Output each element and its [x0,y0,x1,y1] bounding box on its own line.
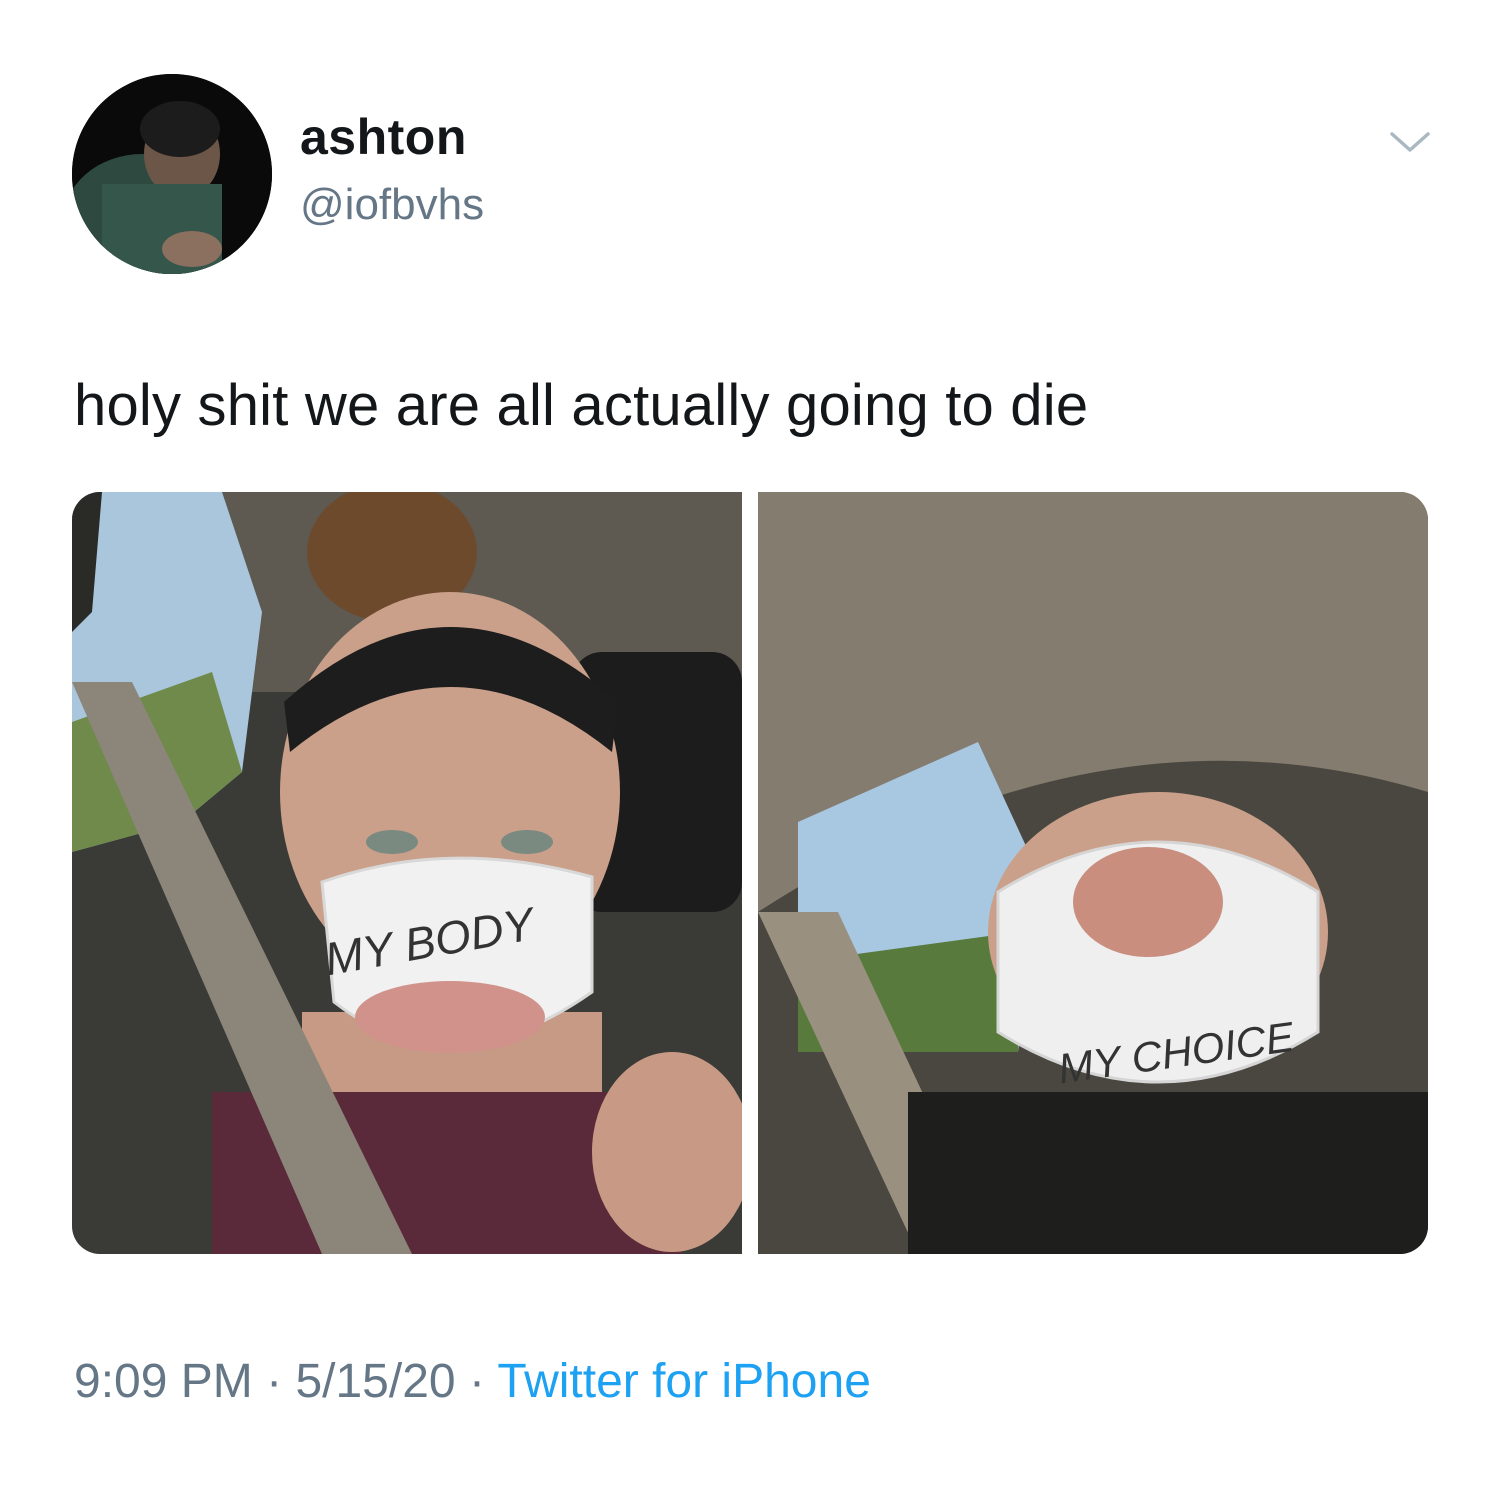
avatar-photo [72,74,272,274]
tweet-media[interactable]: MY BODY MY CHOICE [72,492,1428,1254]
avatar[interactable] [72,74,272,274]
tweet-source-link[interactable]: Twitter for iPhone [497,1355,871,1408]
tweet-text: holy shit we are all actually going to d… [74,373,1089,438]
meta-separator: · [266,1355,283,1408]
tweet-date[interactable]: 5/15/20 [295,1355,455,1408]
tweet-meta: 9:09 PM · 5/15/20 · Twitter for iPhone [74,1354,871,1409]
user-handle[interactable]: @iofbvhs [300,180,484,230]
meta-separator: · [468,1355,485,1408]
media-photo-2[interactable]: MY CHOICE [758,492,1428,1254]
media-photo-1[interactable]: MY BODY [72,492,742,1254]
chevron-down-icon[interactable] [1380,122,1440,162]
display-name[interactable]: ashton [300,108,467,166]
tweet-time[interactable]: 9:09 PM [74,1355,253,1408]
tweet-card: ashton @iofbvhs holy shit we are all act… [0,0,1500,1500]
